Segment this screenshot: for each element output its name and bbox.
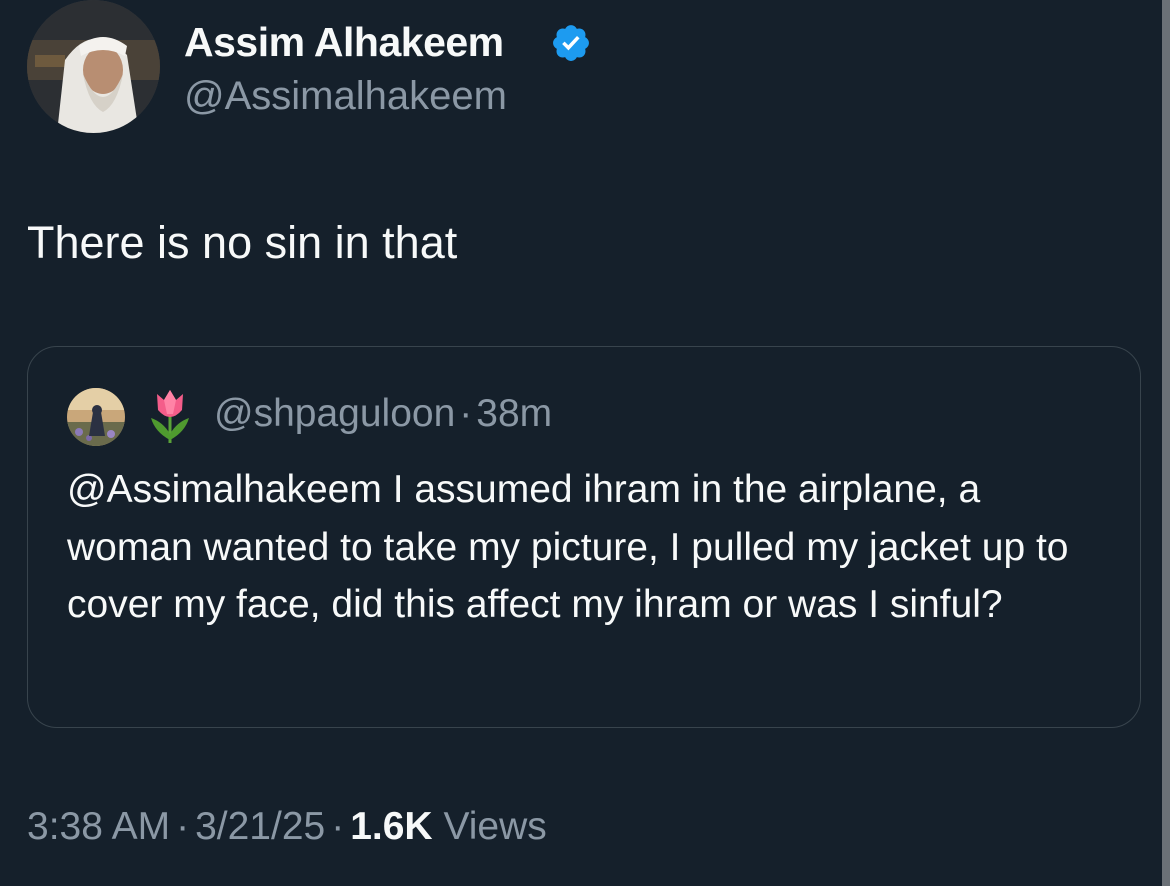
verified-badge-icon[interactable] <box>550 22 592 64</box>
meta-separator: · <box>331 805 345 848</box>
quoted-tweet-text: @Assimalhakeem I assumed ihram in the ai… <box>67 468 1069 626</box>
author-avatar[interactable] <box>27 0 160 133</box>
meta-separator: · <box>176 805 190 848</box>
tweet-detail: Assim Alhakeem @Assimalhakeem There is n… <box>0 0 1170 886</box>
quoted-meta-separator: · <box>459 392 473 435</box>
author-handle[interactable]: @Assimalhakeem <box>184 73 507 119</box>
author-avatar-image <box>27 0 160 133</box>
tweet-meta: 3:38 AM · 3/21/25 · 1.6K Views <box>27 804 547 850</box>
quoted-tweet-card[interactable]: @shpaguloon · 38m @Assimalhakeem I assumed… <box>27 346 1141 728</box>
scrollbar[interactable] <box>1162 0 1170 886</box>
tweet-text: There is no sin in that <box>27 217 458 268</box>
quoted-avatar-image <box>67 388 125 446</box>
views-label[interactable]: Views <box>443 805 546 848</box>
quoted-tweet-meta: @shpaguloon · 38m <box>214 391 552 437</box>
tweet-time[interactable]: 3:38 AM <box>27 805 170 848</box>
tweet-date[interactable]: 3/21/25 <box>195 805 325 848</box>
quoted-author-handle[interactable]: @shpaguloon <box>214 392 455 435</box>
tulip-emoji-icon <box>151 390 189 443</box>
views-count[interactable]: 1.6K <box>350 805 432 848</box>
author-display-name[interactable]: Assim Alhakeem <box>184 18 504 66</box>
quoted-author-avatar[interactable] <box>67 388 125 446</box>
quoted-tweet-time[interactable]: 38m <box>476 392 552 435</box>
